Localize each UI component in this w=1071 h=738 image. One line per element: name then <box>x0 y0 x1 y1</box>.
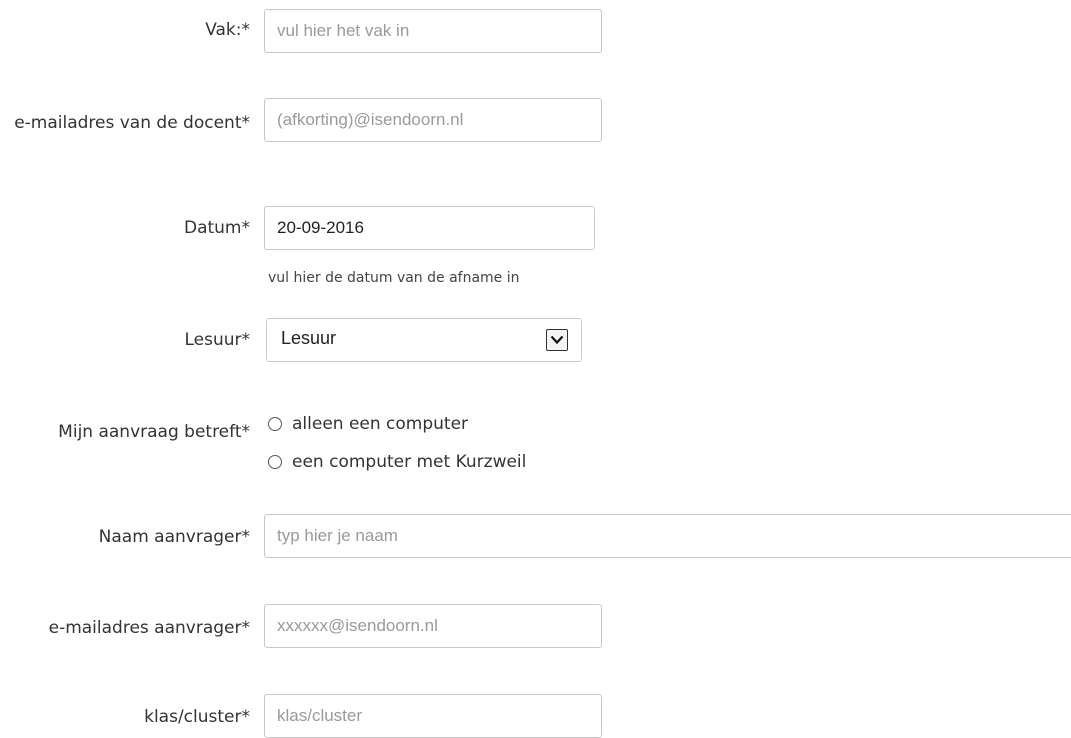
klas-label: klas/cluster* <box>144 707 250 727</box>
lesuur-select[interactable]: Lesuur <box>266 318 582 362</box>
radio-option-label: een computer met Kurzweil <box>292 452 527 472</box>
vak-label: Vak:* <box>205 20 250 40</box>
lesuur-selected-value: Lesuur <box>281 328 337 348</box>
radio-option-label: alleen een computer <box>292 414 469 434</box>
datum-hint: vul hier de datum van de afname in <box>268 270 520 286</box>
datum-input[interactable] <box>264 206 595 250</box>
email-aanvrager-input[interactable] <box>264 604 602 648</box>
lesuur-label: Lesuur* <box>184 330 250 350</box>
email-docent-input[interactable] <box>264 98 602 142</box>
radio-option-computer[interactable]: alleen een computer <box>268 412 468 436</box>
email-docent-label: e-mailadres van de docent* <box>14 113 250 133</box>
naam-aanvrager-label: Naam aanvrager* <box>98 527 250 547</box>
aanvraag-label: Mijn aanvraag betreft* <box>58 422 250 442</box>
datum-label: Datum* <box>183 218 250 238</box>
klas-input[interactable] <box>264 694 602 738</box>
chevron-down-icon[interactable] <box>546 329 568 351</box>
radio-button[interactable] <box>268 455 282 469</box>
vak-input[interactable] <box>264 9 602 53</box>
chevron-down-glyph <box>550 335 564 345</box>
radio-button[interactable] <box>268 417 282 431</box>
email-aanvrager-label: e-mailadres aanvrager* <box>48 618 250 638</box>
naam-aanvrager-input[interactable] <box>264 514 1071 558</box>
radio-option-kurzweil[interactable]: een computer met Kurzweil <box>268 450 526 474</box>
request-form: Vak:* e-mailadres van de docent* Datum* … <box>0 0 1071 738</box>
